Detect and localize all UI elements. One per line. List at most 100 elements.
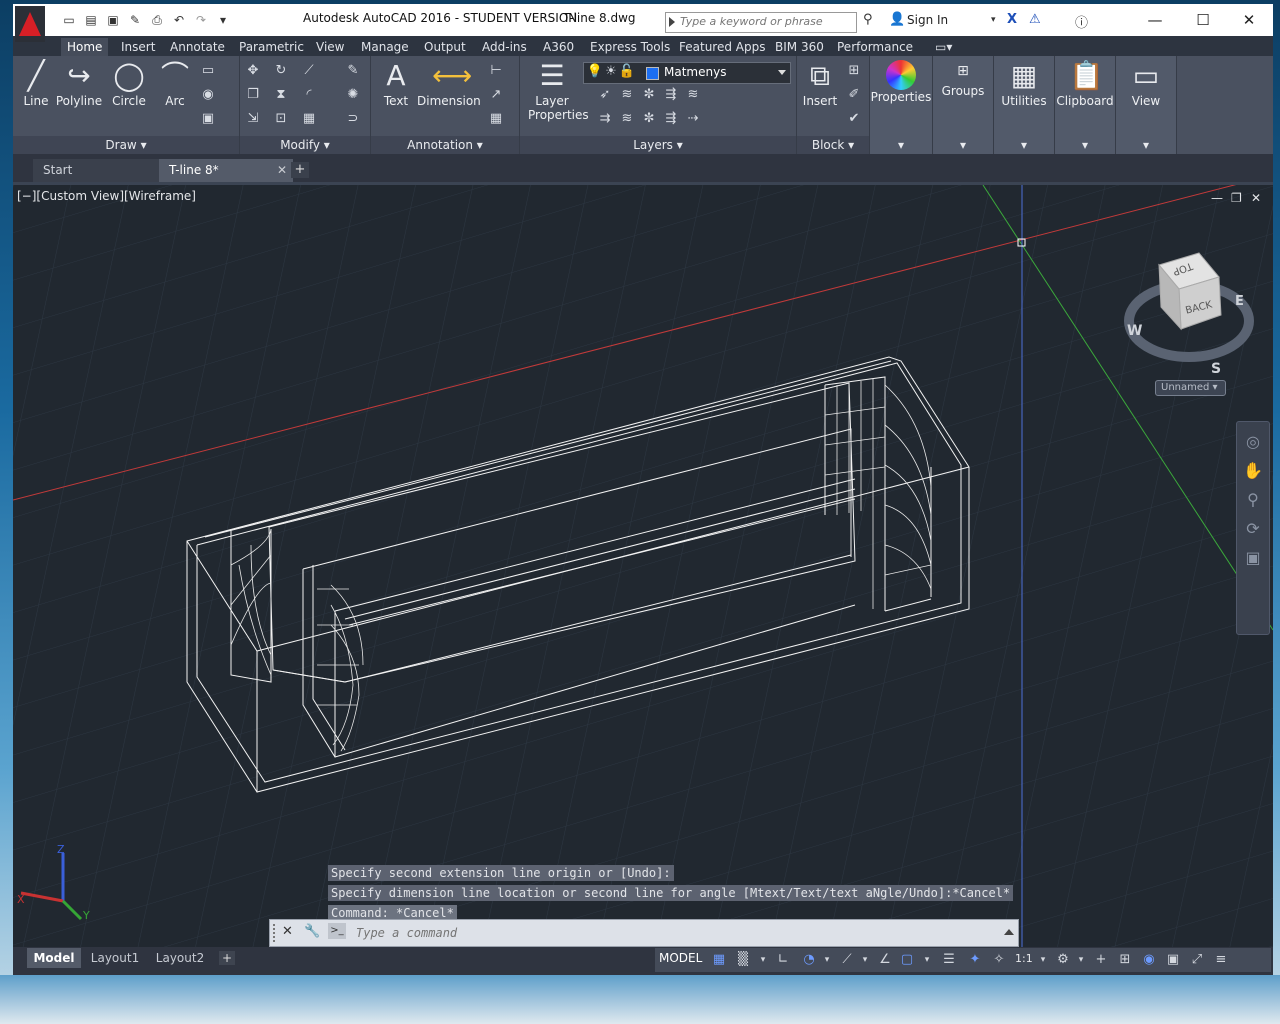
isodraft-dropdown-icon[interactable]: ▾ (855, 951, 875, 969)
tab-parametric[interactable]: Parametric (239, 38, 304, 56)
clean-screen-icon[interactable]: ⤢ (1187, 951, 1207, 969)
sign-in-button[interactable]: Sign In (907, 13, 948, 27)
viewport-restore-icon[interactable]: ❐ (1231, 191, 1242, 205)
groups-button[interactable]: ⊞ Groups (933, 60, 993, 98)
insert-button[interactable]: ⧉ Insert (801, 60, 839, 109)
exchange-apps-icon[interactable]: X (1007, 12, 1017, 27)
ortho-icon[interactable]: ∟ (773, 951, 793, 969)
utilities-expand-icon[interactable]: ▾ (994, 136, 1054, 154)
tab-add-ins[interactable]: Add-ins (482, 38, 527, 56)
annotation-panel-title[interactable]: Annotation ▾ (371, 136, 519, 154)
copy-icon[interactable]: ❐ (244, 86, 262, 104)
snap-icon[interactable]: ▒ (733, 951, 753, 969)
layer-lock-icon[interactable]: ⇶ (662, 86, 680, 104)
layer-match-icon[interactable]: ≋ (684, 86, 702, 104)
close-button[interactable]: ✕ (1229, 8, 1269, 32)
move-icon[interactable]: ✥ (244, 62, 262, 80)
scale-dropdown-icon[interactable]: ▾ (1033, 951, 1053, 969)
offset-icon[interactable]: ⊃ (344, 110, 362, 128)
new-icon[interactable]: ▭ (61, 12, 77, 28)
model-space-button[interactable]: MODEL (659, 951, 702, 965)
layout-tab-model[interactable]: Model (27, 948, 81, 968)
hardware-acceleration-icon[interactable]: ▣ (1163, 951, 1183, 969)
maximize-button[interactable]: ☐ (1183, 8, 1223, 32)
line-button[interactable]: ╱ Line (19, 60, 53, 109)
binoculars-icon[interactable]: ⚲ (863, 12, 873, 27)
leader-icon[interactable]: ↗ (487, 86, 505, 104)
layer-walk-icon[interactable]: ≋ (618, 110, 636, 128)
explode-icon[interactable]: ✺ (344, 86, 362, 104)
help-search-input[interactable] (666, 13, 852, 30)
autodesk-a360-icon[interactable]: ⚠ (1029, 12, 1041, 27)
polyline-button[interactable]: ↪ Polyline (55, 60, 103, 109)
annotation-monitor-icon[interactable]: + (1091, 951, 1111, 969)
start-tab[interactable]: Start (33, 159, 167, 182)
save-as-icon[interactable]: ✎ (127, 12, 143, 28)
units-icon[interactable]: ⊞ (1115, 951, 1135, 969)
plot-icon[interactable]: ⎙ (149, 12, 165, 28)
view-expand-icon[interactable]: ▾ (1116, 136, 1176, 154)
properties-button[interactable]: Properties (870, 60, 932, 104)
tab-output[interactable]: Output (424, 38, 466, 56)
scale-icon[interactable]: ⊡ (272, 110, 290, 128)
object-snap-icon[interactable]: ▢ (897, 951, 917, 969)
view-panel[interactable]: ▭ View ▾ (1116, 56, 1177, 154)
layer-properties-button[interactable]: ☰ Layer Properties (528, 60, 589, 123)
clipboard-expand-icon[interactable]: ▾ (1055, 136, 1115, 154)
drawing-tab[interactable]: T-line 8* ✕ (159, 159, 293, 182)
tab-a360[interactable]: A360 (543, 38, 574, 56)
table-icon[interactable]: ▦ (487, 110, 505, 128)
tab-home[interactable]: Home (61, 38, 109, 56)
utilities-button[interactable]: ▦ Utilities (994, 60, 1054, 109)
lineweight-icon[interactable]: ☰ (939, 951, 959, 969)
stretch-icon[interactable]: ⇲ (244, 110, 262, 128)
customization-menu-icon[interactable]: ≡ (1211, 951, 1231, 969)
isolate-objects-icon[interactable]: ◉ (1139, 951, 1159, 969)
save-icon[interactable]: ▣ (105, 12, 121, 28)
qat-dropdown-icon[interactable]: ▾ (215, 12, 231, 28)
text-button[interactable]: A Text (379, 60, 413, 109)
properties-panel[interactable]: Properties ▾ (870, 56, 933, 154)
layer-off-icon[interactable]: ➶ (596, 86, 614, 104)
tab-featured-apps[interactable]: Featured Apps (679, 38, 765, 56)
tab-express-tools[interactable]: Express Tools (590, 38, 670, 56)
arc-button[interactable]: ⌒ Arc (157, 60, 193, 109)
tab-manage[interactable]: Manage (361, 38, 409, 56)
tab-view[interactable]: View (316, 38, 344, 56)
isodraft-icon[interactable]: ⟋ (837, 951, 857, 969)
help-icon[interactable]: ⓘ (1075, 12, 1088, 31)
erase-icon[interactable]: ✎ (344, 62, 362, 80)
make-current-icon[interactable]: ⇉ (596, 110, 614, 128)
search-expand-icon[interactable] (669, 17, 675, 27)
edit-block-icon[interactable]: ✐ (845, 86, 863, 104)
tab-bim-360[interactable]: BIM 360 (775, 38, 824, 56)
tab-insert[interactable]: Insert (121, 38, 155, 56)
workspace-dropdown-icon[interactable]: ▾ (1071, 951, 1091, 969)
linear-dimension-icon[interactable]: ⊢ (487, 62, 505, 80)
rotate-icon[interactable]: ↻ (272, 62, 290, 80)
workspace-gear-icon[interactable]: ⚙ (1053, 951, 1073, 969)
viewcube[interactable]: TOP BACK W E S (1119, 249, 1259, 389)
hatch-icon[interactable]: ◉ (199, 86, 217, 104)
clipboard-button[interactable]: 📋 Clipboard (1055, 60, 1115, 109)
command-input[interactable] (354, 923, 978, 943)
close-icon[interactable]: ✕ (282, 924, 293, 939)
new-drawing-button[interactable]: + (291, 162, 309, 178)
close-icon[interactable]: ✕ (277, 159, 287, 182)
snap-dropdown-icon[interactable]: ▾ (753, 951, 773, 969)
trim-icon[interactable]: ⟋ (300, 62, 318, 80)
block-attributes-icon[interactable]: ✔ (845, 110, 863, 128)
grip-handle[interactable] (273, 924, 279, 942)
open-icon[interactable]: ▤ (83, 12, 99, 28)
application-menu-button[interactable] (15, 6, 45, 42)
viewport-controls-label[interactable]: [−][Custom View][Wireframe] (17, 189, 196, 203)
layer-previous-icon[interactable]: ⇢ (684, 110, 702, 128)
view-button[interactable]: ▭ View (1116, 60, 1176, 109)
polar-tracking-icon[interactable]: ◔ (799, 951, 819, 969)
layer-isolate-icon[interactable]: ≋ (618, 86, 636, 104)
drawing-canvas[interactable] (13, 185, 1273, 947)
layout-tab-layout2[interactable]: Layout2 (149, 948, 211, 968)
minimize-button[interactable]: — (1135, 8, 1175, 32)
dimension-button[interactable]: ⟷ Dimension (417, 60, 481, 109)
steering-wheel-icon[interactable]: ◎ (1237, 432, 1269, 451)
